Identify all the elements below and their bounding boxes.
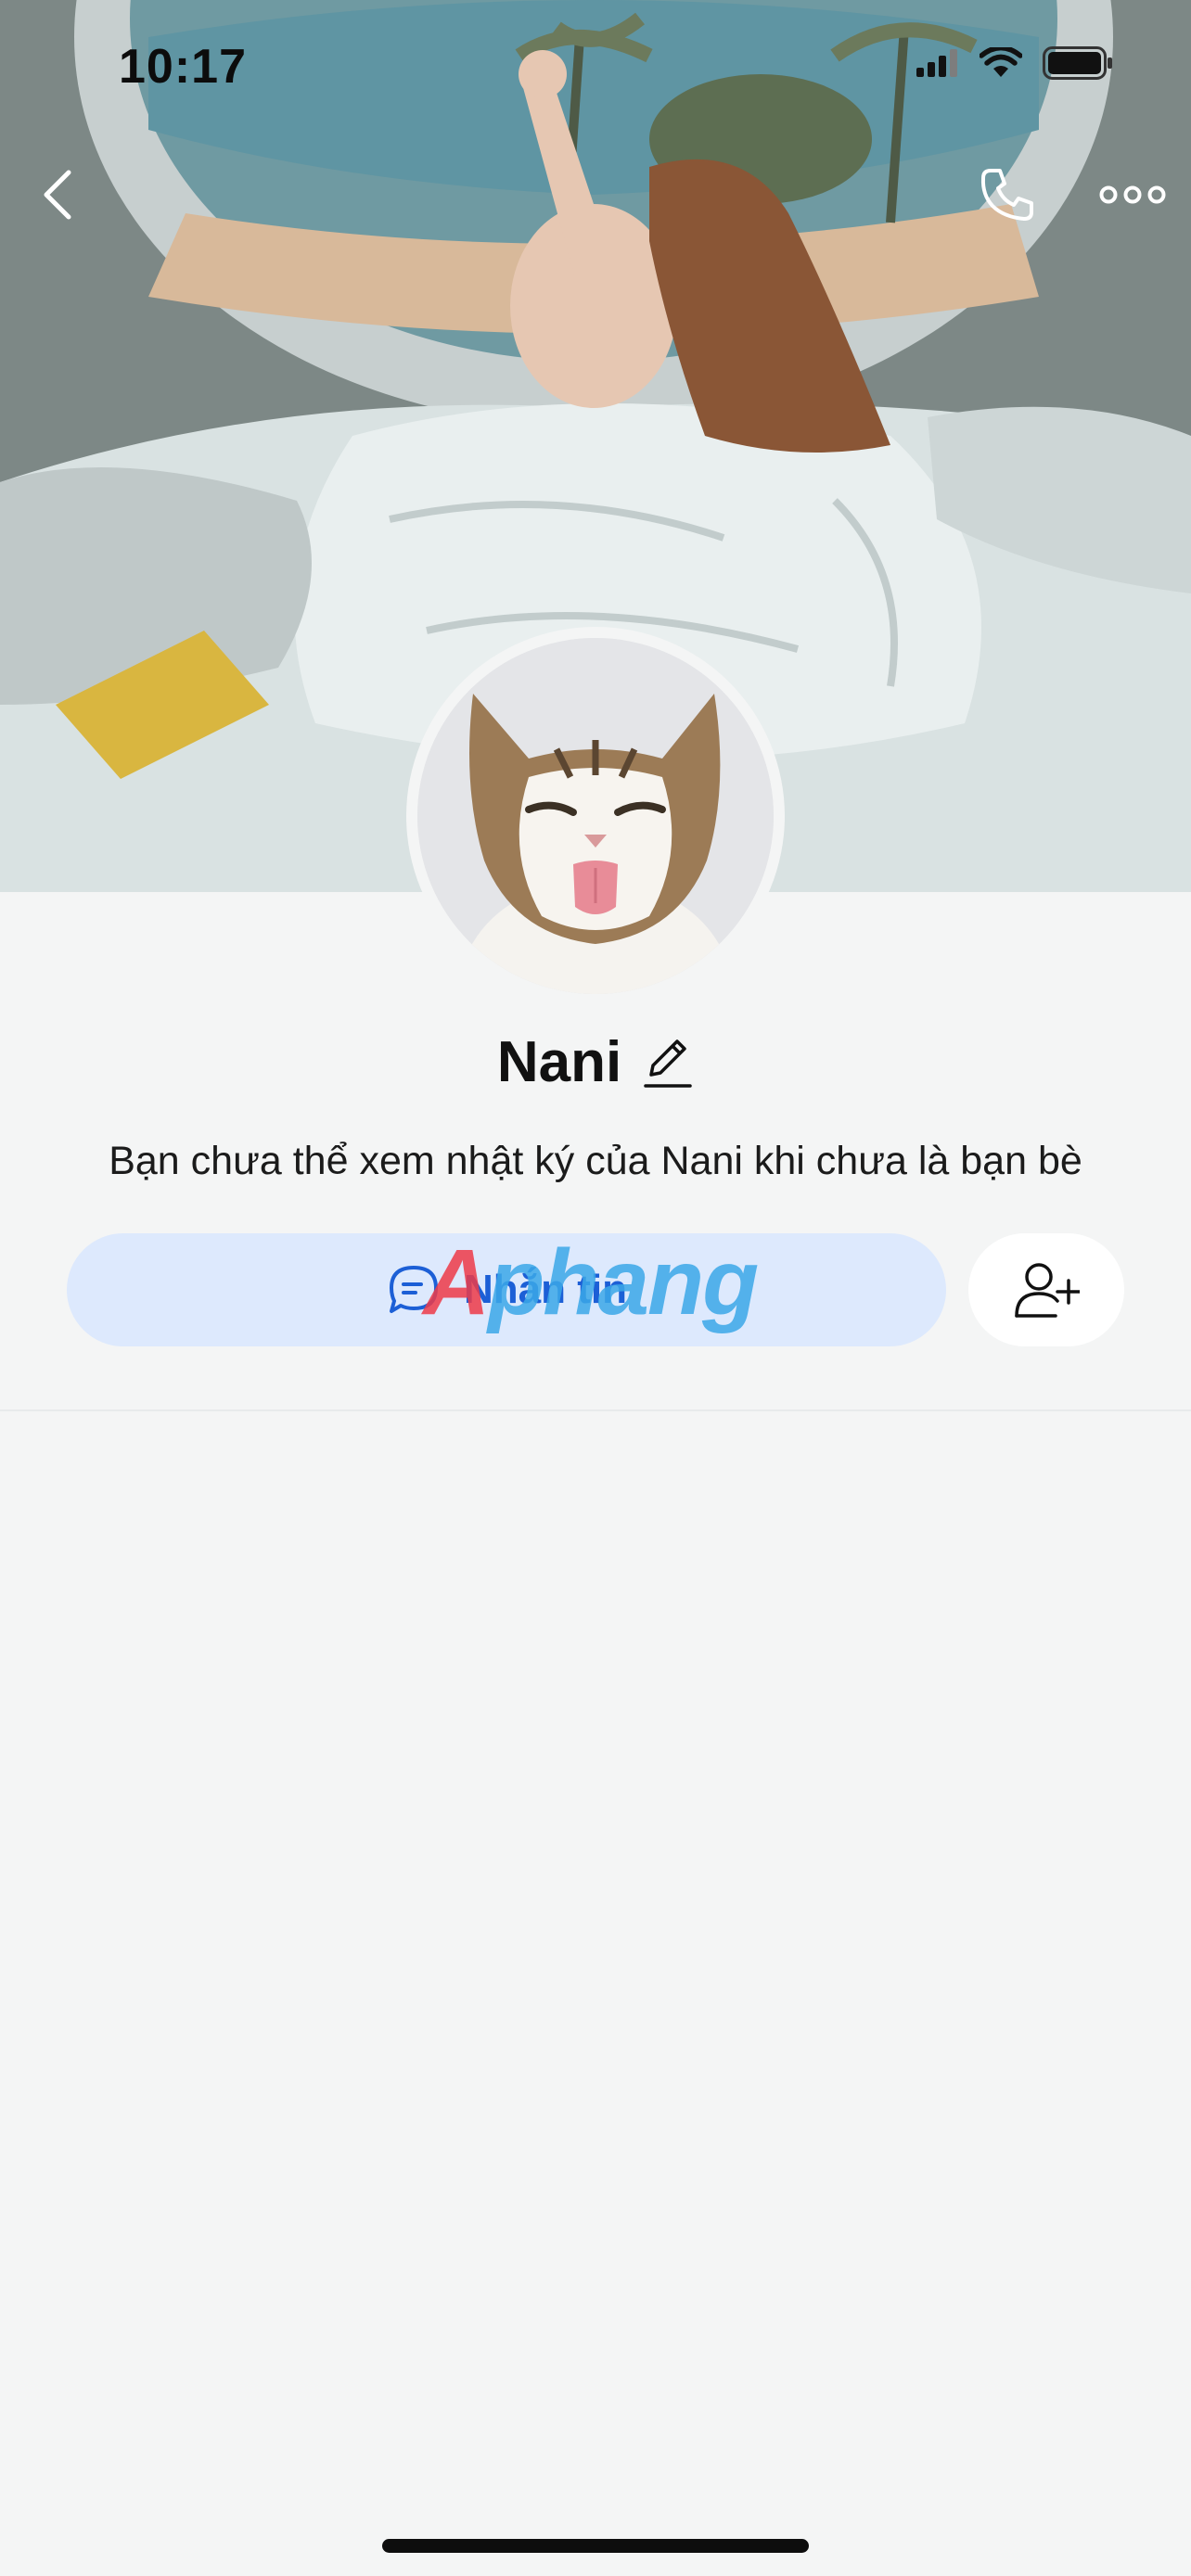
more-button[interactable] bbox=[1093, 158, 1172, 232]
profile-name-row: Nani bbox=[0, 1029, 1191, 1095]
avatar[interactable] bbox=[406, 627, 785, 1005]
message-button[interactable]: Nhắn tin bbox=[67, 1233, 946, 1346]
add-friend-icon bbox=[1015, 1263, 1080, 1318]
wifi-icon bbox=[980, 47, 1022, 77]
signal-icon bbox=[916, 49, 957, 77]
status-time: 10:17 bbox=[119, 40, 247, 94]
diary-notice: Bạn chưa thể xem nhật ký của Nani khi ch… bbox=[109, 1139, 1082, 1183]
add-friend-button[interactable] bbox=[968, 1233, 1124, 1346]
phone-icon bbox=[980, 169, 1033, 221]
back-button[interactable] bbox=[20, 158, 95, 232]
home-indicator[interactable] bbox=[382, 2539, 809, 2553]
message-button-label: Nhắn tin bbox=[464, 1267, 627, 1312]
status-bar: 10:17 bbox=[0, 0, 1191, 130]
section-divider bbox=[0, 1409, 1191, 1411]
more-dots-icon bbox=[1099, 185, 1166, 204]
status-icons bbox=[916, 46, 1113, 80]
chat-bubble-icon bbox=[390, 1266, 438, 1313]
profile-name: Nani bbox=[496, 1030, 622, 1094]
cat-photo bbox=[417, 638, 774, 994]
call-button[interactable] bbox=[970, 158, 1044, 232]
avatar-image bbox=[417, 638, 774, 994]
edit-pencil-icon[interactable] bbox=[642, 1034, 694, 1091]
chevron-left-icon bbox=[44, 170, 71, 220]
battery-icon bbox=[1043, 46, 1112, 80]
